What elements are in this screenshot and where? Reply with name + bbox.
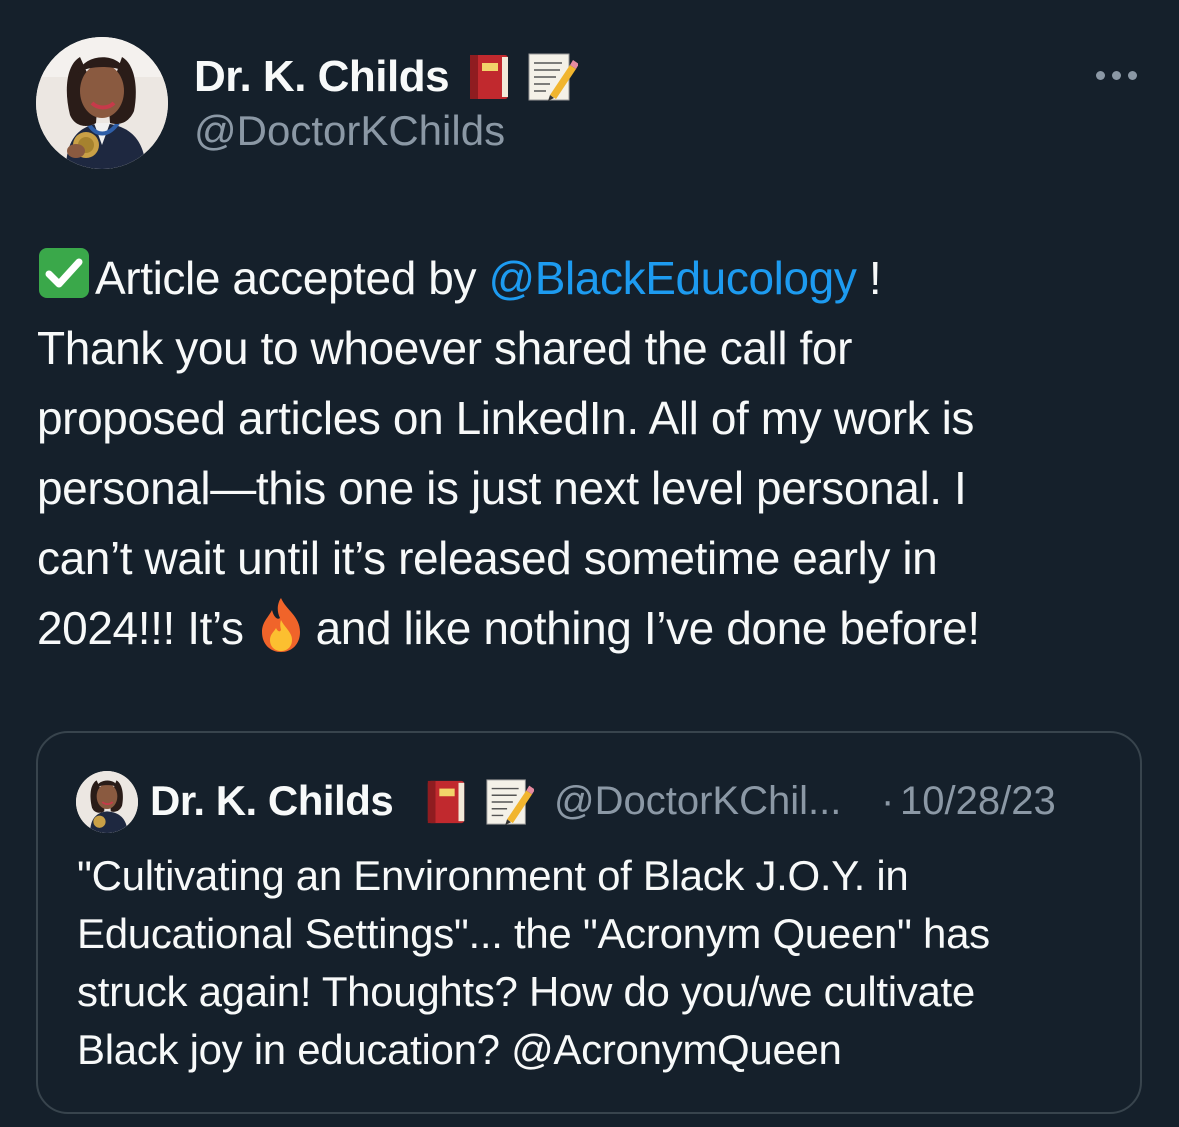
quote-mention: @AcronymQueen xyxy=(511,1026,842,1073)
memo-icon xyxy=(528,53,578,101)
quoted-author-avatar[interactable] xyxy=(76,771,138,833)
tweet-card: Dr. K. Childs @DoctorKChilds Article acc… xyxy=(0,0,1179,1127)
tweet-line: proposed articles on LinkedIn. All of my… xyxy=(37,392,975,444)
tweet-text: Article accepted by @BlackEducology ! Th… xyxy=(37,243,1147,663)
quoted-tweet-date[interactable]: 10/28/23 xyxy=(900,776,1056,826)
author-handle[interactable]: @DoctorKChilds xyxy=(194,106,505,156)
more-horizontal-icon xyxy=(1096,71,1105,80)
tweet-line: 2024!!! It’s and like nothing I’ve done … xyxy=(37,593,1147,663)
quoted-author-handle[interactable]: @DoctorKChil... xyxy=(554,776,841,826)
tweet-line: can’t wait until it’s released sometime … xyxy=(37,532,938,584)
tweet-text-segment: Article accepted by xyxy=(95,252,489,304)
tweet-text-segment: and like nothing I’ve done before! xyxy=(315,602,981,654)
closed-book-icon xyxy=(427,780,465,824)
tweet-text-segment: ! xyxy=(856,252,882,304)
tweet-line: Article accepted by @BlackEducology ! xyxy=(37,243,1147,313)
author-name[interactable]: Dr. K. Childs xyxy=(194,52,450,102)
avatar-photo xyxy=(36,37,168,169)
quote-line: Educational Settings"... the "Acronym Qu… xyxy=(77,910,990,957)
more-dot xyxy=(1128,71,1137,80)
avatar-photo xyxy=(76,771,138,833)
quoted-tweet-text: "Cultivating an Environment of Black J.O… xyxy=(77,847,1117,1079)
quoted-tweet[interactable]: Dr. K. Childs @DoctorKChil... · 10/28/23… xyxy=(36,731,1142,1114)
fire-icon xyxy=(261,598,300,652)
closed-book-icon xyxy=(470,55,508,99)
tweet-text-segment: 2024!!! It’s xyxy=(37,602,244,654)
memo-icon xyxy=(486,779,534,826)
tweet-line: personal—this one is just next level per… xyxy=(37,462,967,514)
quote-text-segment: Black joy in education? xyxy=(77,1026,512,1073)
check-mark-button-icon xyxy=(39,248,89,298)
more-options-button[interactable] xyxy=(1094,62,1142,90)
quoted-author-name[interactable]: Dr. K. Childs xyxy=(150,776,394,826)
more-dot xyxy=(1112,71,1121,80)
mention-link[interactable]: @BlackEducology xyxy=(488,252,856,304)
author-avatar[interactable] xyxy=(36,37,168,169)
quote-line: "Cultivating an Environment of Black J.O… xyxy=(77,852,909,899)
separator-dot: · xyxy=(881,779,895,823)
tweet-line: Thank you to whoever shared the call for xyxy=(37,322,853,374)
quote-line: struck again! Thoughts? How do you/we cu… xyxy=(77,968,975,1015)
quote-line: Black joy in education? @AcronymQueen xyxy=(77,1021,1117,1079)
